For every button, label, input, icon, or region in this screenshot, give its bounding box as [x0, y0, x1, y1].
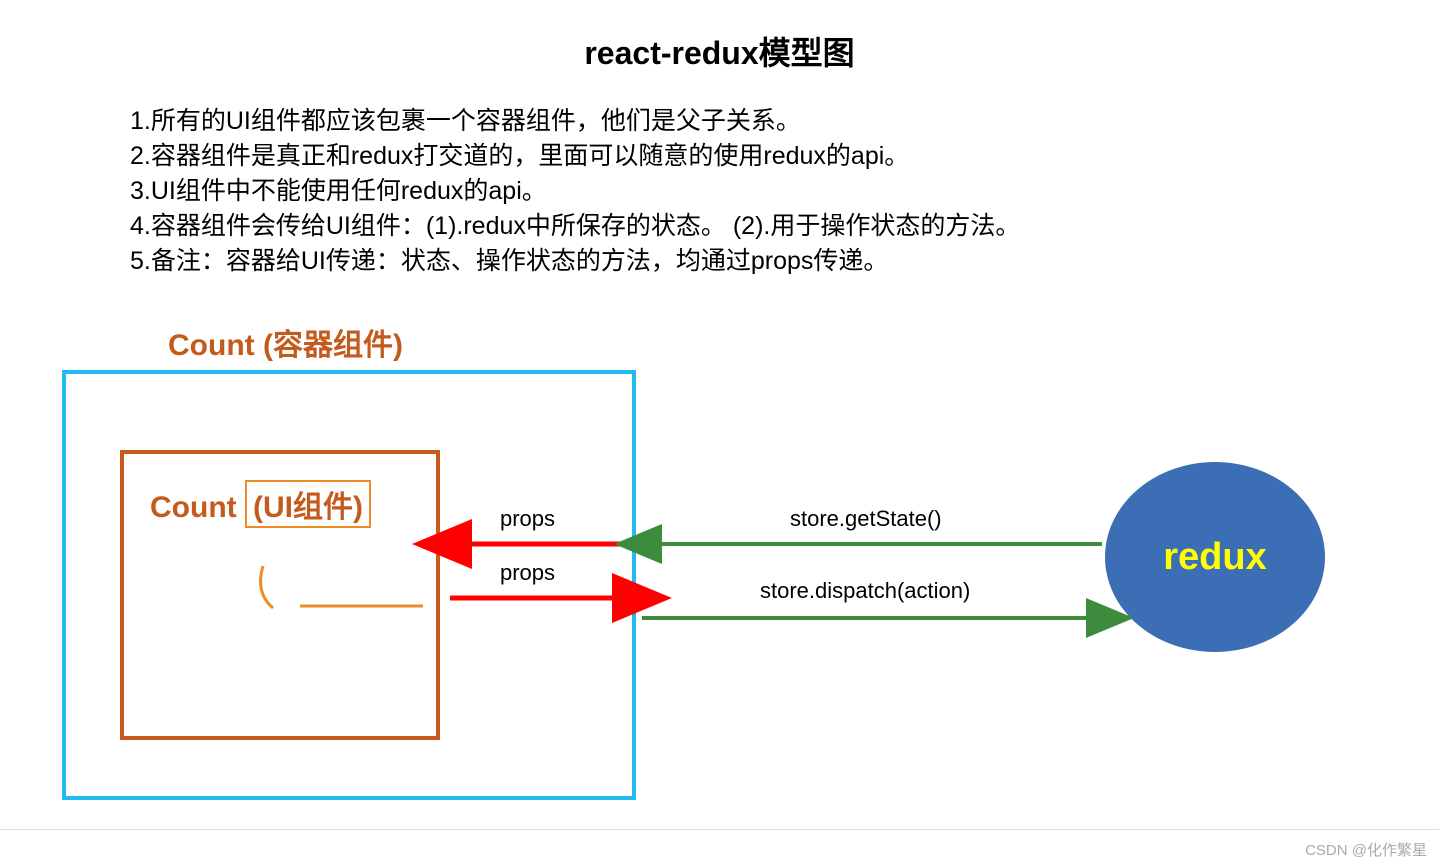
watermark-text: CSDN @化作繁星: [1305, 839, 1427, 860]
dispatch-label: store.dispatch(action): [760, 578, 970, 604]
ui-label-part1: Count: [150, 491, 245, 524]
note-2: 2.容器组件是真正和redux打交道的，里面可以随意的使用redux的api。: [130, 139, 1439, 174]
get-state-label: store.getState(): [790, 506, 942, 532]
note-1: 1.所有的UI组件都应该包裹一个容器组件，他们是父子关系。: [130, 104, 1439, 139]
redux-node: redux: [1105, 462, 1325, 652]
divider-line: [0, 829, 1439, 830]
note-5: 5.备注：容器给UI传递：状态、操作状态的方法，均通过props传递。: [130, 244, 1439, 279]
ui-label-part2: (UI组件): [245, 480, 371, 528]
props-label-bottom: props: [500, 560, 555, 586]
props-label-top: props: [500, 506, 555, 532]
note-4: 4.容器组件会传给UI组件：(1).redux中所保存的状态。 (2).用于操作…: [130, 209, 1439, 244]
ui-component-label: Count (UI组件): [150, 480, 371, 528]
note-3: 3.UI组件中不能使用任何redux的api。: [130, 174, 1439, 209]
notes-list: 1.所有的UI组件都应该包裹一个容器组件，他们是父子关系。 2.容器组件是真正和…: [130, 104, 1439, 279]
hand-scribble-icon: [245, 558, 425, 618]
diagram-title: react-redux模型图: [0, 0, 1439, 74]
container-component-label: Count (容器组件): [168, 320, 403, 364]
redux-label: redux: [1163, 536, 1266, 579]
